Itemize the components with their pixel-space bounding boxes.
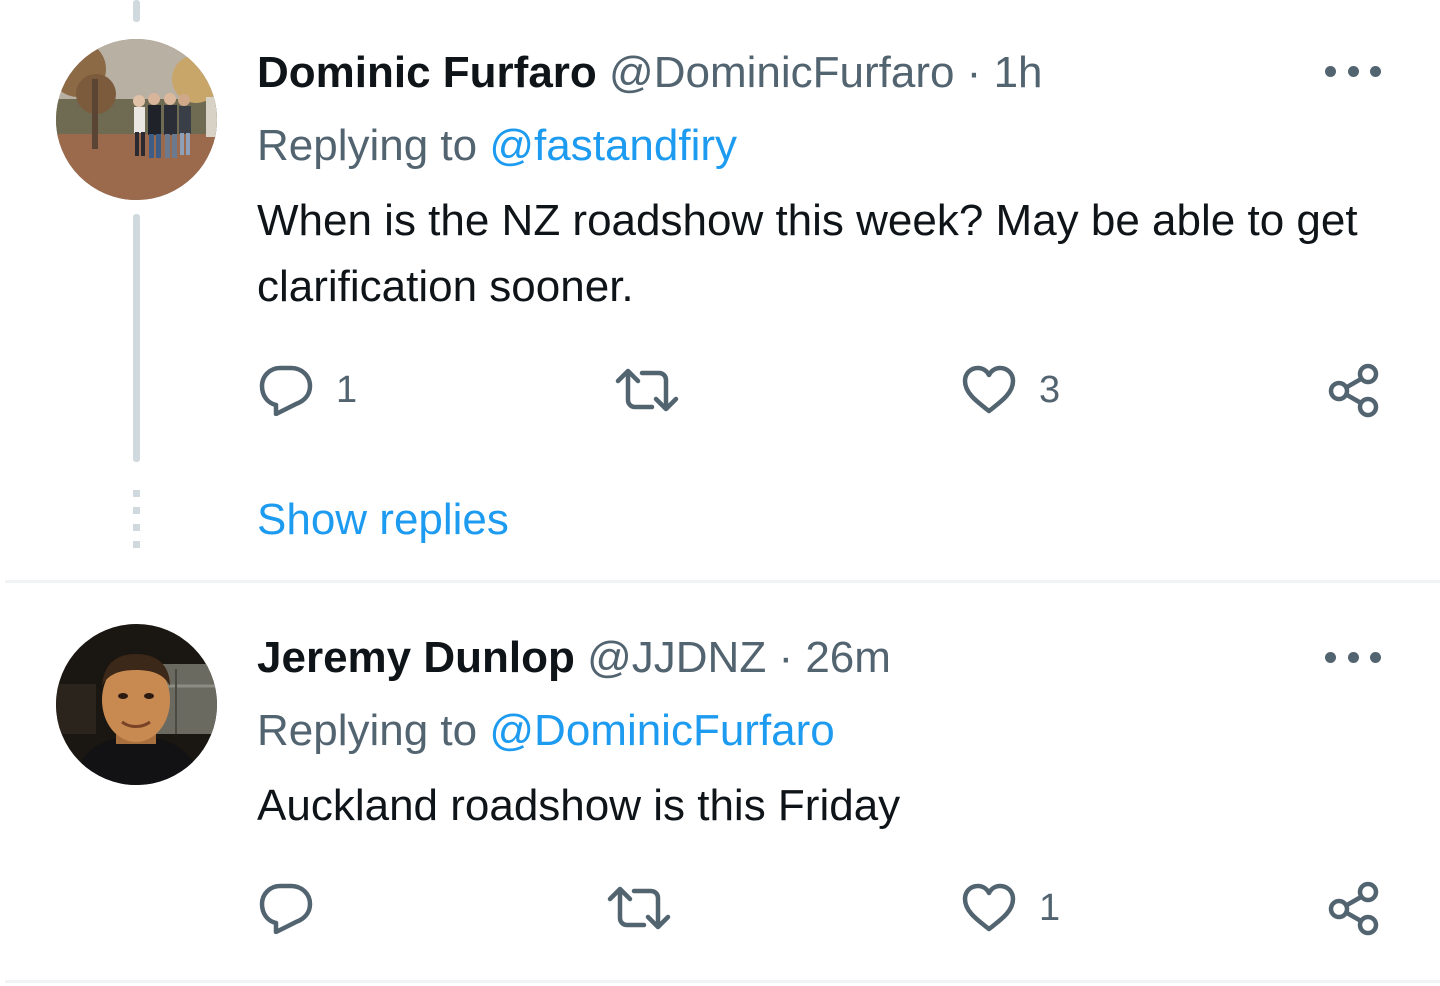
tweet-divider: [5, 580, 1440, 583]
tweet-text: Auckland roadshow is this Friday: [257, 781, 901, 830]
separator-dot: ·: [778, 633, 794, 682]
user-handle[interactable]: @JJDNZ: [587, 633, 766, 682]
tweet-header: Dominic Furfaro @DominicFurfaro · 1h: [257, 47, 1043, 99]
reply-context: Replying to @DominicFurfaro: [257, 705, 835, 757]
display-name[interactable]: Jeremy Dunlop: [257, 633, 575, 682]
portrait-photo-avatar-icon: [56, 624, 217, 785]
separator-dot: ·: [966, 48, 982, 97]
user-handle[interactable]: @DominicFurfaro: [609, 48, 954, 97]
timestamp[interactable]: 1h: [994, 48, 1043, 97]
retweet-arrows-icon: [607, 886, 671, 930]
retweet-button[interactable]: [606, 880, 694, 936]
tweet-header: Jeremy Dunlop @JJDNZ · 26m: [257, 632, 891, 684]
timestamp[interactable]: 26m: [805, 633, 891, 682]
heart-icon: [962, 365, 1016, 414]
reply-bubble-icon: [259, 883, 313, 934]
retweet-arrows-icon: [615, 368, 679, 412]
reply-bubble-icon: [259, 365, 313, 416]
like-button[interactable]: 1: [961, 880, 1060, 936]
dot: [1325, 65, 1336, 77]
share-nodes-icon: [1328, 881, 1379, 936]
heart-icon: [962, 883, 1016, 932]
more-dots-icon[interactable]: [1325, 637, 1381, 677]
tweet-text: When is the NZ roadshow this week? May b…: [257, 196, 1358, 311]
reply-count: 1: [336, 369, 358, 411]
retweet-button[interactable]: [614, 362, 702, 418]
dot: [1370, 65, 1381, 77]
more-dots-icon[interactable]: [1325, 51, 1381, 91]
dot: [1347, 651, 1359, 663]
show-replies-link[interactable]: Show replies: [257, 494, 509, 546]
like-count: 3: [1039, 369, 1061, 411]
dot: [1347, 65, 1359, 77]
replying-to-link[interactable]: @fastandfiry: [489, 121, 737, 170]
tweet-divider: [5, 980, 1440, 983]
share-button[interactable]: [1328, 880, 1380, 936]
dot: [1370, 651, 1381, 663]
replying-to-link[interactable]: @DominicFurfaro: [489, 706, 834, 755]
avatar[interactable]: [56, 624, 217, 785]
dot: [1325, 651, 1336, 663]
display-name[interactable]: Dominic Furfaro: [257, 48, 597, 97]
like-count: 1: [1039, 887, 1061, 929]
avatar[interactable]: [56, 39, 217, 200]
share-button[interactable]: [1328, 362, 1380, 418]
share-nodes-icon: [1328, 363, 1379, 418]
replying-prefix: Replying to: [257, 706, 478, 755]
like-button[interactable]: 3: [961, 362, 1060, 418]
reply-context: Replying to @fastandfiry: [257, 120, 737, 172]
thread-line-top: [133, 0, 140, 22]
replying-prefix: Replying to: [257, 121, 478, 170]
reply-button[interactable]: [258, 880, 336, 936]
thread-dotted-connector: [133, 490, 140, 548]
thread-line: [133, 214, 140, 462]
group-photo-avatar-icon: [56, 39, 217, 200]
reply-button[interactable]: 1: [258, 362, 357, 418]
